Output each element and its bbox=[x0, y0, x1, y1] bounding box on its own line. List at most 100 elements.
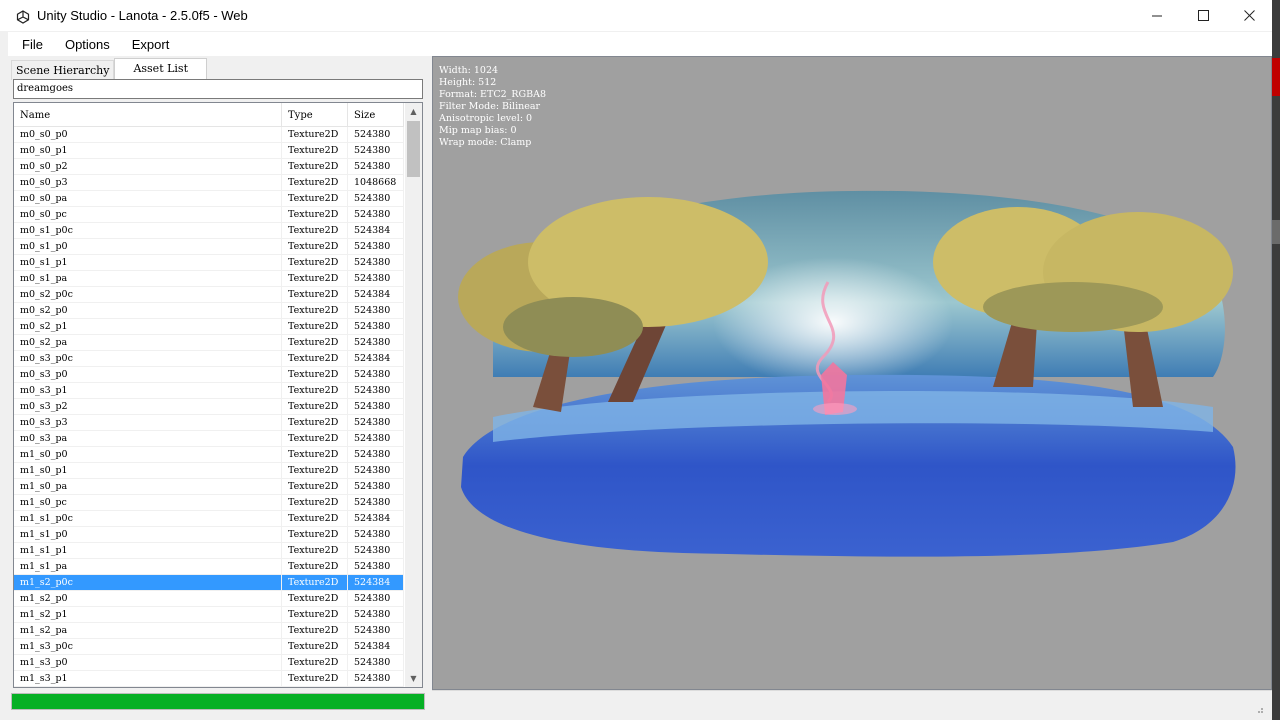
cell-name: m0_s0_p0 bbox=[14, 127, 282, 143]
table-row[interactable]: m0_s1_pa Texture2D 524380 bbox=[14, 271, 404, 287]
cell-type: Texture2D bbox=[282, 479, 348, 495]
cell-type: Texture2D bbox=[282, 447, 348, 463]
cell-name: m0_s1_p1 bbox=[14, 255, 282, 271]
table-row[interactable]: m1_s3_p0 Texture2D 524380 bbox=[14, 655, 404, 671]
table-row[interactable]: m0_s2_p0 Texture2D 524380 bbox=[14, 303, 404, 319]
table-row[interactable]: m0_s3_p3 Texture2D 524380 bbox=[14, 415, 404, 431]
menu-options[interactable]: Options bbox=[57, 37, 118, 52]
unity-logo-icon bbox=[16, 9, 30, 24]
maximize-button[interactable] bbox=[1180, 0, 1226, 31]
table-row[interactable]: m1_s1_p0c Texture2D 524384 bbox=[14, 511, 404, 527]
table-row[interactable]: m1_s1_p1 Texture2D 524380 bbox=[14, 543, 404, 559]
cell-type: Texture2D bbox=[282, 527, 348, 543]
cell-type: Texture2D bbox=[282, 559, 348, 575]
scroll-down-icon[interactable]: ▼ bbox=[405, 670, 422, 687]
table-row[interactable]: m0_s0_p1 Texture2D 524380 bbox=[14, 143, 404, 159]
cell-name: m0_s2_p0 bbox=[14, 303, 282, 319]
cell-name: m1_s1_p1 bbox=[14, 543, 282, 559]
table-row[interactable]: m0_s0_pa Texture2D 524380 bbox=[14, 191, 404, 207]
cell-name: m1_s2_p1 bbox=[14, 607, 282, 623]
table-row[interactable]: m0_s0_p3 Texture2D 1048668 bbox=[14, 175, 404, 191]
table-row[interactable]: m0_s2_pa Texture2D 524380 bbox=[14, 335, 404, 351]
cell-size: 524380 bbox=[348, 159, 404, 175]
cell-name: m0_s3_p0c bbox=[14, 351, 282, 367]
menu-export[interactable]: Export bbox=[124, 37, 178, 52]
list-header: Name Type Size bbox=[14, 103, 404, 127]
tab-asset-list[interactable]: Asset List bbox=[114, 58, 208, 80]
cell-name: m0_s2_pa bbox=[14, 335, 282, 351]
table-row[interactable]: m0_s3_p1 Texture2D 524380 bbox=[14, 383, 404, 399]
cell-type: Texture2D bbox=[282, 623, 348, 639]
tab-strip: Scene Hierarchy Asset List bbox=[11, 58, 208, 80]
table-row[interactable]: m0_s2_p1 Texture2D 524380 bbox=[14, 319, 404, 335]
table-row[interactable]: m1_s2_p0 Texture2D 524380 bbox=[14, 591, 404, 607]
cell-size: 524380 bbox=[348, 479, 404, 495]
cell-size: 524380 bbox=[348, 447, 404, 463]
cell-size: 524384 bbox=[348, 639, 404, 655]
table-row[interactable]: m0_s3_p2 Texture2D 524380 bbox=[14, 399, 404, 415]
scroll-thumb[interactable] bbox=[407, 121, 420, 177]
cell-size: 524380 bbox=[348, 495, 404, 511]
maximize-icon bbox=[1197, 10, 1209, 21]
tab-scene-hierarchy[interactable]: Scene Hierarchy bbox=[11, 60, 115, 80]
cell-name: m0_s1_p0c bbox=[14, 223, 282, 239]
scroll-up-icon[interactable]: ▲ bbox=[405, 103, 422, 120]
cell-name: m0_s3_pa bbox=[14, 431, 282, 447]
table-row[interactable]: m1_s1_pa Texture2D 524380 bbox=[14, 559, 404, 575]
table-row[interactable]: m1_s2_p1 Texture2D 524380 bbox=[14, 607, 404, 623]
background-window-edge bbox=[1272, 0, 1280, 720]
cell-type: Texture2D bbox=[282, 591, 348, 607]
close-button[interactable] bbox=[1226, 0, 1272, 31]
table-row[interactable]: m1_s0_pc Texture2D 524380 bbox=[14, 495, 404, 511]
texture-preview: Width: 1024 Height: 512 Format: ETC2_RGBA8… bbox=[432, 56, 1272, 690]
table-row[interactable]: m0_s0_p0 Texture2D 524380 bbox=[14, 127, 404, 143]
table-row[interactable]: m0_s3_p0 Texture2D 524380 bbox=[14, 367, 404, 383]
table-row[interactable]: m0_s1_p1 Texture2D 524380 bbox=[14, 255, 404, 271]
cell-type: Texture2D bbox=[282, 463, 348, 479]
table-row[interactable]: m0_s1_p0 Texture2D 524380 bbox=[14, 239, 404, 255]
table-row[interactable]: m1_s0_pa Texture2D 524380 bbox=[14, 479, 404, 495]
table-row[interactable]: m0_s3_p0c Texture2D 524384 bbox=[14, 351, 404, 367]
asset-rows: m0_s0_p0 Texture2D 524380 m0_s0_p1 Texture2D… bbox=[14, 127, 404, 687]
asset-list: Name Type Size m0_s0_p0 Texture2D 524380 m0… bbox=[13, 102, 423, 688]
cell-size: 524384 bbox=[348, 511, 404, 527]
cell-name: m0_s0_pa bbox=[14, 191, 282, 207]
cell-type: Texture2D bbox=[282, 351, 348, 367]
list-scrollbar[interactable]: ▲ ▼ bbox=[405, 103, 422, 687]
cell-size: 524380 bbox=[348, 559, 404, 575]
table-row[interactable]: m0_s0_pc Texture2D 524380 bbox=[14, 207, 404, 223]
table-row[interactable]: m1_s1_p0 Texture2D 524380 bbox=[14, 527, 404, 543]
cell-name: m1_s2_pa bbox=[14, 623, 282, 639]
table-row[interactable]: m1_s2_p0c Texture2D 524384 bbox=[14, 575, 404, 591]
table-row[interactable]: m0_s3_pa Texture2D 524380 bbox=[14, 431, 404, 447]
cell-size: 524380 bbox=[348, 143, 404, 159]
cell-size: 524380 bbox=[348, 399, 404, 415]
background-gray-block bbox=[1272, 220, 1280, 244]
table-row[interactable]: m1_s0_p1 Texture2D 524380 bbox=[14, 463, 404, 479]
table-row[interactable]: m0_s2_p0c Texture2D 524384 bbox=[14, 287, 404, 303]
table-row[interactable]: m0_s0_p2 Texture2D 524380 bbox=[14, 159, 404, 175]
cell-name: m1_s3_p0c bbox=[14, 639, 282, 655]
table-row[interactable]: m1_s3_p1 Texture2D 524380 bbox=[14, 671, 404, 687]
cell-type: Texture2D bbox=[282, 415, 348, 431]
cell-name: m0_s0_pc bbox=[14, 207, 282, 223]
resize-grip-icon[interactable] bbox=[1254, 704, 1264, 714]
cell-size: 524380 bbox=[348, 303, 404, 319]
cell-name: m1_s2_p0 bbox=[14, 591, 282, 607]
column-header-type[interactable]: Type bbox=[282, 103, 348, 127]
table-row[interactable]: m0_s1_p0c Texture2D 524384 bbox=[14, 223, 404, 239]
cell-size: 524380 bbox=[348, 527, 404, 543]
column-header-size[interactable]: Size bbox=[348, 103, 404, 127]
minimize-button[interactable] bbox=[1134, 0, 1180, 31]
table-row[interactable]: m1_s3_p0c Texture2D 524384 bbox=[14, 639, 404, 655]
cell-type: Texture2D bbox=[282, 367, 348, 383]
menu-file[interactable]: File bbox=[14, 37, 51, 52]
column-header-name[interactable]: Name bbox=[14, 103, 282, 127]
table-row[interactable]: m1_s2_pa Texture2D 524380 bbox=[14, 623, 404, 639]
cell-type: Texture2D bbox=[282, 495, 348, 511]
table-row[interactable]: m1_s0_p0 Texture2D 524380 bbox=[14, 447, 404, 463]
cell-name: m0_s2_p1 bbox=[14, 319, 282, 335]
search-input[interactable]: dreamgoes bbox=[13, 79, 423, 99]
cell-name: m0_s0_p3 bbox=[14, 175, 282, 191]
cell-size: 1048668 bbox=[348, 175, 404, 191]
